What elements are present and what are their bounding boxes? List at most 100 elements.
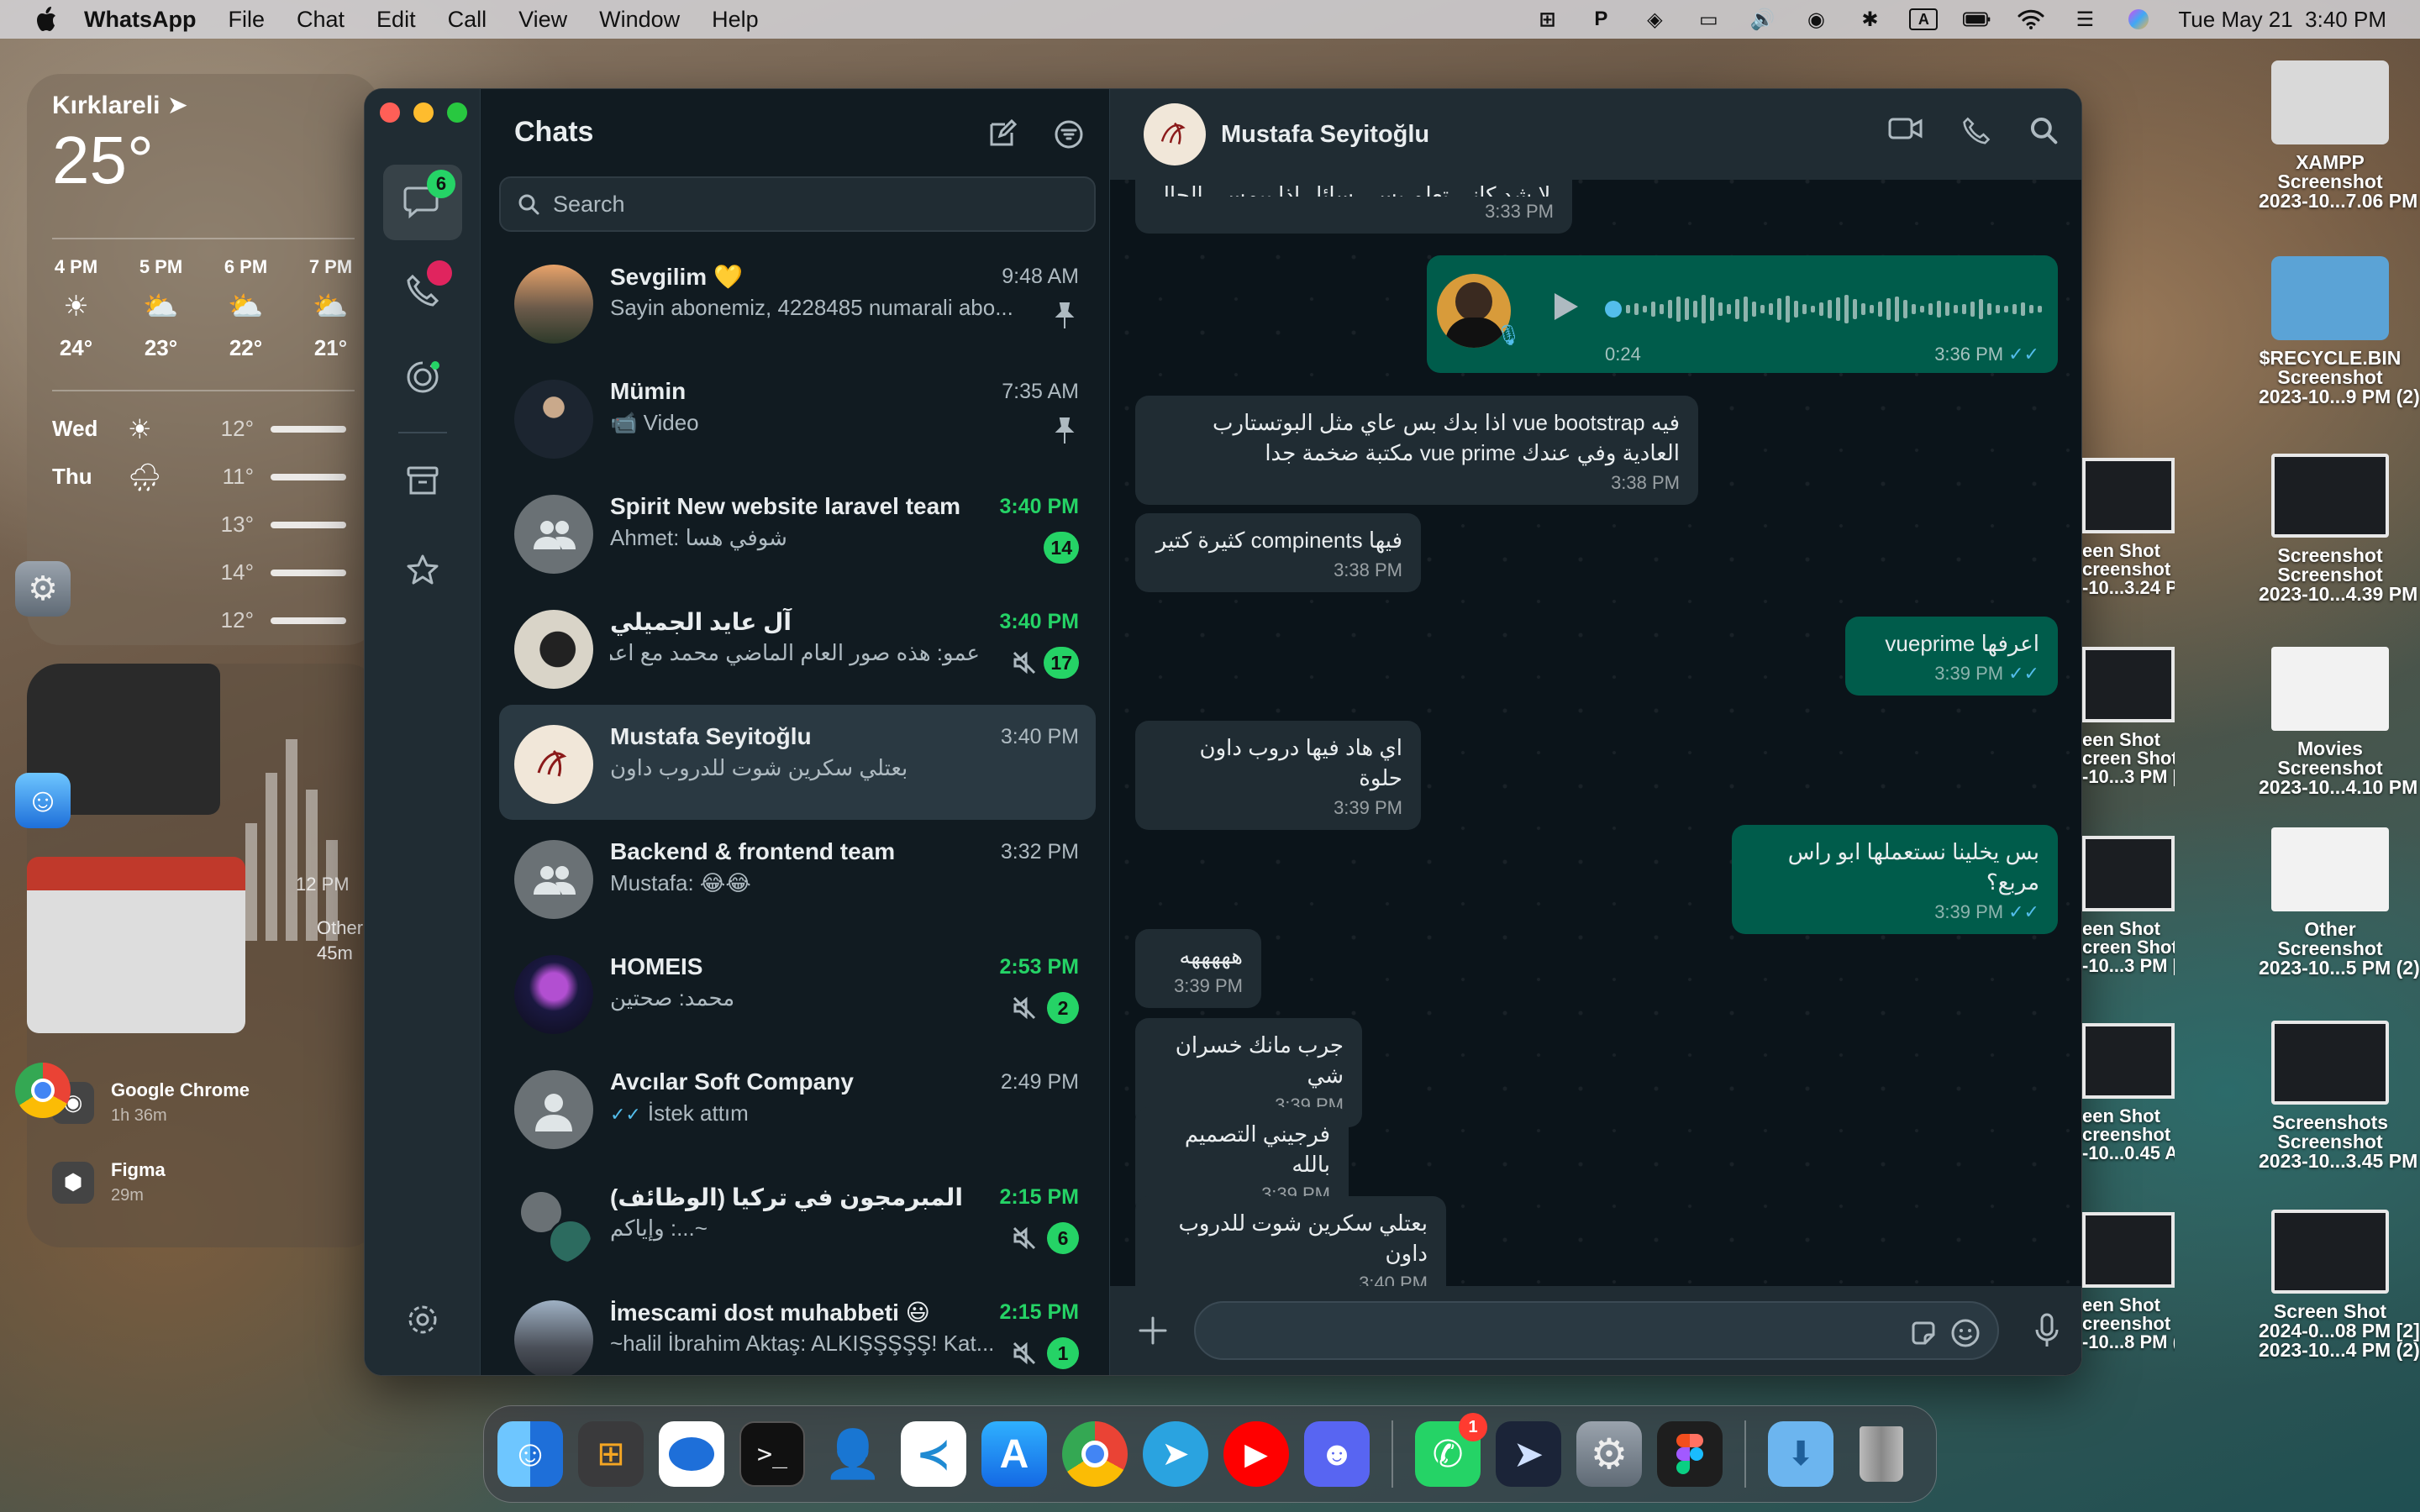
conversation-header[interactable]: Mustafa Seyitoğlu: [1110, 89, 2081, 180]
desktop-icon-partial[interactable]: een Shot creen Shot -10...3 PM [2]: [2082, 647, 2175, 786]
incoming-message[interactable]: هههههه 3:39 PM: [1135, 929, 1261, 1008]
wifi-icon[interactable]: [2017, 8, 2045, 31]
desktop-icon-screen-shot[interactable]: Screen Shot 2024-0...08 PM [2] 2023-10..…: [2259, 1210, 2420, 1360]
dock-discord[interactable]: ☻: [1304, 1421, 1370, 1487]
dock-whatsapp[interactable]: ✆ 1: [1415, 1413, 1487, 1487]
voice-call-icon[interactable]: [1962, 116, 1991, 144]
dock-figma[interactable]: [1657, 1421, 1723, 1487]
rail-chats-button[interactable]: 6: [383, 165, 462, 240]
contact-avatar[interactable]: [1144, 103, 1206, 165]
desktop-icon-partial[interactable]: een Shot creenshot -10...3.24 PM: [2082, 458, 2175, 597]
dock-system-settings[interactable]: ⚙: [1576, 1421, 1642, 1487]
parking-status-icon[interactable]: P: [1586, 8, 1615, 31]
chat-list-item[interactable]: Backend & frontend team Mustafa: 😂😂 3:32…: [499, 820, 1096, 935]
dock-direct[interactable]: ➤: [1496, 1421, 1561, 1487]
close-window-button[interactable]: [380, 102, 400, 123]
layers-status-icon[interactable]: ◈: [1640, 8, 1669, 31]
attach-plus-icon[interactable]: [1137, 1315, 1169, 1347]
bluetooth-icon[interactable]: ✱: [1855, 8, 1884, 31]
video-call-icon[interactable]: [1888, 116, 1923, 141]
menu-edit[interactable]: Edit: [376, 7, 416, 33]
chat-list-item[interactable]: Mümin 📹 Video 7:35 AM: [499, 360, 1096, 475]
system-settings-icon[interactable]: ⚙: [15, 561, 71, 617]
screen-time-app[interactable]: ◉ Google Chrome 1h 36m: [52, 1079, 250, 1126]
chat-list-item[interactable]: Spirit New website laravel team Ahmet: ش…: [499, 475, 1096, 590]
finder-icon[interactable]: ☺: [15, 773, 71, 828]
chat-list-item[interactable]: HOMEIS محمد: صحتين 2:53 PM 2: [499, 935, 1096, 1050]
chat-list-item[interactable]: آل عايد الجميلي عمو: هذه صور العام الماض…: [499, 590, 1096, 705]
incoming-message[interactable]: فيها compinents كثيرة كتير 3:38 PM: [1135, 513, 1421, 592]
chat-list-item-selected[interactable]: Mustafa Seyitoğlu بعتلي سكرين شوت للدروب…: [499, 705, 1096, 820]
menubar-clock[interactable]: Tue May 21 3:40 PM: [2178, 7, 2386, 33]
menu-call[interactable]: Call: [448, 7, 487, 33]
chat-list-item[interactable]: Avcılar Soft Company ✓✓ İstek attım 2:49 …: [499, 1050, 1096, 1165]
microphone-icon[interactable]: [2034, 1313, 2060, 1348]
dock-trash[interactable]: [1849, 1421, 1914, 1487]
outgoing-message[interactable]: بس يخلينا نستعملها ابو راس مربع؟ 3:39 PM…: [1732, 825, 2058, 934]
sticker-icon[interactable]: [1910, 1320, 1937, 1347]
siri-icon[interactable]: [2124, 8, 2153, 31]
window-manager-icon[interactable]: ▭: [1694, 8, 1723, 31]
chat-search-box[interactable]: [499, 176, 1096, 232]
screen-time-widget[interactable]: 12 PM Other 45m ◉ Google Chrome 1h 36m ⬢ F…: [27, 664, 380, 1247]
menu-help[interactable]: Help: [712, 7, 759, 33]
filter-icon[interactable]: [1054, 119, 1084, 150]
rail-status-button[interactable]: [383, 339, 462, 415]
desktop-icon-xampp[interactable]: XAMPP Screenshot 2023-10...7.06 PM: [2259, 60, 2417, 211]
rail-starred-button[interactable]: [383, 533, 462, 608]
figma-status-icon[interactable]: ⊞: [1533, 8, 1561, 31]
dock-chrome[interactable]: [1062, 1421, 1128, 1487]
dock-finder[interactable]: ☺: [497, 1421, 563, 1487]
play-icon[interactable]: [1551, 291, 1580, 323]
voice-waveform[interactable]: [1605, 289, 2050, 329]
rail-archived-button[interactable]: [383, 444, 462, 519]
control-center-icon[interactable]: ☰: [2070, 8, 2099, 31]
chat-list-item[interactable]: Sevgilim 💛 Sayin abonemiz, 4228485 numar…: [499, 244, 1096, 360]
battery-icon[interactable]: [1963, 8, 1991, 31]
outgoing-voice-message[interactable]: 🎙 0:24 3:36 PM ✓✓: [1427, 255, 2058, 373]
desktop-icon-recycle-bin[interactable]: $RECYCLE.BIN Screenshot 2023-10...9 PM (…: [2259, 256, 2420, 407]
minimize-window-button[interactable]: [413, 102, 434, 123]
desktop-icon-partial[interactable]: een Shot creenshot -10...0.45 AM: [2082, 1023, 2175, 1163]
dock-contacts[interactable]: 👤: [820, 1421, 886, 1487]
dock-terminal[interactable]: >_: [739, 1421, 805, 1487]
emoji-icon[interactable]: [1950, 1318, 1981, 1348]
dock-downloads[interactable]: ⬇: [1768, 1421, 1833, 1487]
desktop-icon-movies[interactable]: Movies Screenshot 2023-10...4.10 PM: [2259, 647, 2417, 797]
volume-icon[interactable]: 🔊: [1748, 8, 1776, 31]
desktop-icon-screenshots[interactable]: Screenshots Screenshot 2023-10...3.45 PM: [2259, 1021, 2417, 1171]
dock-app-store[interactable]: A: [981, 1421, 1047, 1487]
incoming-message[interactable]: اي هاد فيها دروب داون حلوة 3:39 PM: [1135, 721, 1421, 830]
incoming-message[interactable]: فيه vue bootstrap اذا بدك بس عاي مثل الب…: [1135, 396, 1698, 505]
message-input[interactable]: [1216, 1315, 1871, 1348]
screen-time-app[interactable]: ⬢ Figma 29m: [52, 1159, 166, 1205]
desktop-icon-partial[interactable]: een Shot creenshot -10...8 PM (2): [2082, 1212, 2175, 1352]
playback-scrubber[interactable]: [1605, 301, 1622, 318]
menu-chat[interactable]: Chat: [297, 7, 345, 33]
outgoing-message[interactable]: اعرفها vueprime 3:39 PM ✓✓: [1845, 617, 2058, 696]
new-chat-icon[interactable]: [988, 119, 1017, 148]
chat-list-item[interactable]: المبرمجون في تركيا (الوظائف) ~...: وإياك…: [499, 1165, 1096, 1280]
weather-widget[interactable]: Kırklareli ➤ 25° 4 PM ☀ 24° 5 PM ⛅ 23° 6 PM ⛅…: [27, 74, 380, 645]
menu-file[interactable]: File: [228, 7, 265, 33]
user-account-icon[interactable]: ◉: [1802, 8, 1830, 31]
search-icon[interactable]: [2029, 116, 2058, 144]
desktop-icon-other[interactable]: Other Screenshot 2023-10...5 PM (2): [2259, 827, 2420, 978]
dock-launchpad[interactable]: ⊞: [578, 1421, 644, 1487]
menu-window[interactable]: Window: [599, 7, 680, 33]
desktop-icon-screenshot[interactable]: Screenshot Screenshot 2023-10...4.39 PM: [2259, 454, 2417, 604]
input-source-icon[interactable]: A: [1909, 8, 1939, 30]
app-menu-whatsapp[interactable]: WhatsApp: [84, 7, 196, 33]
dock-youtube[interactable]: ▶: [1223, 1421, 1289, 1487]
menu-view[interactable]: View: [518, 7, 567, 33]
rail-settings-button[interactable]: [383, 1282, 462, 1357]
dock-telegram[interactable]: ➤: [1143, 1421, 1208, 1487]
dock-messages[interactable]: [659, 1421, 724, 1487]
contact-name[interactable]: Mustafa Seyitoğlu: [1221, 121, 1429, 149]
message-input-field[interactable]: [1194, 1301, 1999, 1360]
search-input[interactable]: [553, 191, 1057, 218]
desktop-icon-partial[interactable]: een Shot creen Shot -10...3 PM [1]: [2082, 836, 2175, 975]
zoom-window-button[interactable]: [447, 102, 467, 123]
dock-vscode[interactable]: ≺: [901, 1421, 966, 1487]
chrome-icon[interactable]: [15, 1063, 71, 1118]
